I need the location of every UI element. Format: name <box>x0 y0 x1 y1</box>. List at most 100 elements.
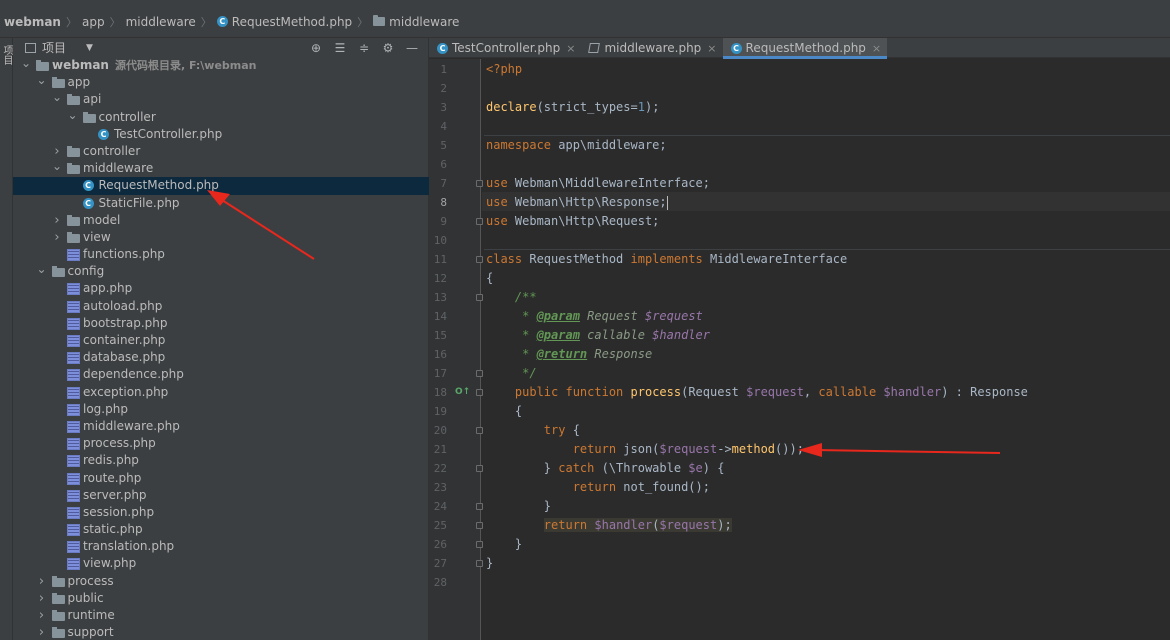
close-icon[interactable]: × <box>566 42 575 55</box>
chevron-right-icon[interactable]: › <box>52 212 62 229</box>
chevron-right-icon[interactable]: › <box>37 607 47 624</box>
code-line[interactable]: use Webman\Http\Request; <box>486 212 659 231</box>
fold-marker-icon[interactable] <box>476 370 483 377</box>
code-line[interactable]: /** <box>486 288 537 307</box>
tree-file[interactable]: session.php <box>13 504 429 521</box>
close-icon[interactable]: × <box>872 42 881 55</box>
tree-file[interactable]: translation.php <box>13 538 429 555</box>
editor-tab[interactable]: C TestController.php × <box>429 38 581 58</box>
tree-file[interactable]: C TestController.php <box>13 126 429 143</box>
tree-folder[interactable]: ⌄ webman 源代码根目录, F:\webman <box>13 57 429 74</box>
tree-file[interactable]: process.php <box>13 435 429 452</box>
fold-marker-icon[interactable] <box>476 218 483 225</box>
tree-folder[interactable]: › runtime <box>13 607 429 624</box>
tree-file[interactable]: C RequestMethod.php <box>13 177 429 195</box>
tree-file[interactable]: server.php <box>13 487 429 504</box>
tree-folder[interactable]: › public <box>13 590 429 607</box>
code-line[interactable]: * @return Response <box>486 345 652 364</box>
editor-tab[interactable]: middleware.php × <box>581 38 722 58</box>
tree-folder[interactable]: › process <box>13 573 429 590</box>
project-view-selector[interactable]: 项目 ▼ <box>25 39 93 56</box>
tree-folder[interactable]: ⌄ middleware <box>13 160 429 177</box>
tree-file[interactable]: autoload.php <box>13 298 429 315</box>
tree-folder[interactable]: ⌄ api <box>13 91 429 108</box>
code-line[interactable]: { <box>486 269 493 288</box>
chevron-right-icon[interactable]: › <box>37 573 47 590</box>
code-line[interactable]: * @param callable $handler <box>486 326 710 345</box>
tree-file[interactable]: route.php <box>13 470 429 487</box>
tree-folder[interactable]: ⌄ controller <box>13 109 429 126</box>
tree-file[interactable]: container.php <box>13 332 429 349</box>
tree-file[interactable]: static.php <box>13 521 429 538</box>
target-icon[interactable]: ⊕ <box>304 40 328 56</box>
code-line[interactable]: public function process(Request $request… <box>486 383 1028 402</box>
code-line[interactable]: try { <box>486 421 580 440</box>
tree-file[interactable]: functions.php <box>13 246 429 263</box>
code-line[interactable]: return not_found(); <box>486 478 710 497</box>
chevron-right-icon[interactable]: › <box>52 229 62 246</box>
tree-file[interactable]: exception.php <box>13 384 429 401</box>
chevron-right-icon[interactable]: › <box>37 590 47 607</box>
tree-folder[interactable]: › view <box>13 229 429 246</box>
code-editor[interactable]: 1 2 3 4 5 6 7 8 9 10 11 12 13 14 15 16 17 18 O↑ 19 20 21 22 23 2… <box>429 59 1170 640</box>
tree-folder[interactable]: › model <box>13 212 429 229</box>
tree-file[interactable]: bootstrap.php <box>13 315 429 332</box>
chevron-down-icon[interactable]: ⌄ <box>37 263 47 275</box>
code-line[interactable]: } catch (\Throwable $e) { <box>486 459 725 478</box>
minimize-icon[interactable]: — <box>400 40 424 56</box>
code-line[interactable]: class RequestMethod implements Middlewar… <box>486 250 847 269</box>
tree-file[interactable]: database.php <box>13 349 429 366</box>
chevron-down-icon[interactable]: ⌄ <box>52 160 62 172</box>
code-line[interactable]: return $handler($request); <box>486 516 732 535</box>
code-line[interactable]: } <box>486 554 493 573</box>
fold-marker-icon[interactable] <box>476 503 483 510</box>
breadcrumb-app[interactable]: app <box>82 15 105 29</box>
code-line[interactable]: <?php <box>486 60 522 79</box>
code-line[interactable]: * @param Request $request <box>486 307 703 326</box>
fold-marker-icon[interactable] <box>476 541 483 548</box>
project-tool-button[interactable]: 项目 <box>1 42 12 68</box>
collapse-icon[interactable]: ≑ <box>352 40 376 56</box>
chevron-down-icon[interactable]: ⌄ <box>21 57 31 69</box>
tree-file[interactable]: dependence.php <box>13 366 429 383</box>
tree-file[interactable]: log.php <box>13 401 429 418</box>
fold-marker-icon[interactable] <box>476 294 483 301</box>
gear-icon[interactable]: ⚙ <box>376 40 400 56</box>
breadcrumb-file[interactable]: C RequestMethod.php <box>216 15 352 29</box>
code-line[interactable]: declare(strict_types=1); <box>486 98 659 117</box>
fold-marker-icon[interactable] <box>476 180 483 187</box>
fold-marker-icon[interactable] <box>476 560 483 567</box>
tree-file[interactable]: C StaticFile.php <box>13 195 429 212</box>
chevron-right-icon[interactable]: › <box>52 143 62 160</box>
code-line[interactable]: return json($request->method()); <box>486 440 804 459</box>
implements-method-icon[interactable]: O↑ <box>455 387 470 397</box>
close-icon[interactable]: × <box>707 42 716 55</box>
fold-marker-icon[interactable] <box>476 522 483 529</box>
fold-marker-icon[interactable] <box>476 389 483 396</box>
code-line[interactable]: */ <box>486 364 536 383</box>
tree-file[interactable]: middleware.php <box>13 418 429 435</box>
fold-marker-icon[interactable] <box>476 465 483 472</box>
tree-folder[interactable]: › support <box>13 624 429 640</box>
code-line[interactable]: } <box>486 535 522 554</box>
tree-file[interactable]: view.php <box>13 555 429 572</box>
code-line[interactable]: use Webman\Http\Response; <box>486 193 668 212</box>
breadcrumb-namespace[interactable]: middleware <box>373 15 459 29</box>
tree-file[interactable]: redis.php <box>13 452 429 469</box>
chevron-right-icon[interactable]: › <box>37 624 47 640</box>
fold-marker-icon[interactable] <box>476 427 483 434</box>
chevron-down-icon[interactable]: ⌄ <box>52 91 62 103</box>
breadcrumb-root[interactable]: webman <box>4 15 61 29</box>
code-line[interactable]: namespace app\middleware; <box>486 136 667 155</box>
tree-folder[interactable]: ⌄ app <box>13 74 429 91</box>
breadcrumb-middleware[interactable]: middleware <box>126 15 196 29</box>
code-line[interactable]: { <box>486 402 522 421</box>
editor-tab[interactable]: C RequestMethod.php × <box>722 38 888 59</box>
fold-marker-icon[interactable] <box>476 256 483 263</box>
tree-folder[interactable]: › controller <box>13 143 429 160</box>
code-line[interactable]: } <box>486 497 551 516</box>
tree-folder[interactable]: ⌄ config <box>13 263 429 280</box>
chevron-down-icon[interactable]: ⌄ <box>68 109 78 121</box>
expand-icon[interactable]: ☰ <box>328 40 352 56</box>
code-line[interactable]: use Webman\MiddlewareInterface; <box>486 174 710 193</box>
